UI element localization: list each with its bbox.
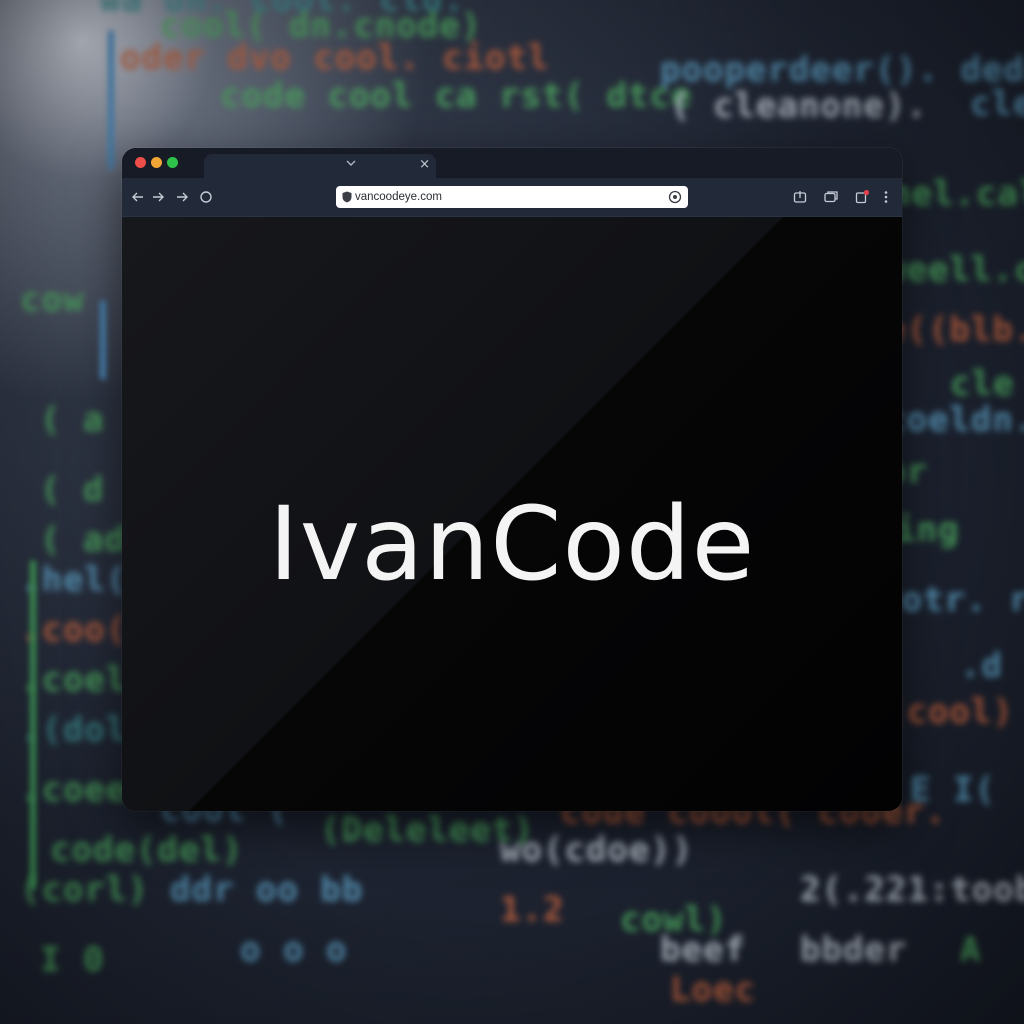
share-icon[interactable] — [792, 189, 808, 205]
tabs-icon[interactable] — [823, 189, 839, 205]
forward-arrow-icon[interactable] — [174, 189, 190, 205]
browser-tab[interactable]: × — [204, 154, 436, 178]
back-arrow-icon[interactable] — [130, 189, 146, 205]
reload-circle-icon[interactable] — [198, 189, 214, 205]
page-content: IvanCode — [122, 217, 902, 811]
extensions-icon[interactable] — [854, 189, 870, 205]
browser-toolbar: vancoodeye.com — [122, 178, 902, 217]
forward-arrow-icon[interactable] — [150, 189, 166, 205]
browser-window: × vancoodeye.com IvanCode — [122, 148, 902, 811]
site-settings-icon[interactable] — [668, 190, 682, 204]
minimize-window-button[interactable] — [151, 157, 162, 168]
address-bar[interactable]: vancoodeye.com — [336, 186, 688, 208]
chevron-down-icon[interactable] — [344, 156, 358, 170]
url-text[interactable]: vancoodeye.com — [355, 189, 442, 205]
kebab-menu-icon[interactable] — [878, 189, 894, 205]
maximize-window-button[interactable] — [167, 157, 178, 168]
brand-title: IvanCode — [268, 485, 756, 604]
tab-close-icon[interactable]: × — [419, 156, 430, 174]
shield-icon — [342, 191, 352, 203]
close-window-button[interactable] — [135, 157, 146, 168]
tab-bar: × — [122, 148, 902, 178]
